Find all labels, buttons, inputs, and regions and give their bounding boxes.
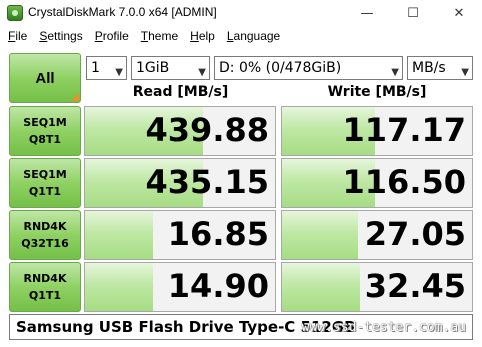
- test-count-value: 1: [91, 60, 100, 76]
- test-label-line1: SEQ1M: [23, 116, 67, 129]
- test-button-rnd4k-q1t1[interactable]: RND4K Q1T1: [9, 262, 81, 312]
- test-button-seq1m-q1t1[interactable]: SEQ1M Q1T1: [9, 158, 81, 208]
- write-result-seq1m-q8t1: 117.17: [281, 106, 473, 156]
- unit-select[interactable]: MB/s ▼: [407, 56, 473, 80]
- chevron-down-icon: ▼: [115, 67, 123, 78]
- unit-value: MB/s: [412, 60, 446, 76]
- drive-select[interactable]: D: 0% (0/478GiB) ▼: [214, 56, 403, 80]
- read-result-seq1m-q8t1: 439.88: [84, 106, 276, 156]
- test-label-line2: Q32T16: [21, 237, 69, 250]
- write-bar: [282, 263, 360, 311]
- test-button-rnd4k-q32t16[interactable]: RND4K Q32T16: [9, 210, 81, 260]
- read-value: 439.88: [145, 111, 269, 149]
- test-button-seq1m-q8t1[interactable]: SEQ1M Q8T1: [9, 106, 81, 156]
- read-bar: [85, 211, 154, 259]
- maximize-button[interactable]: ☐: [390, 0, 436, 26]
- menu-bar: File Settings Profile Theme Help Languag…: [0, 26, 482, 46]
- write-bar: [282, 211, 358, 259]
- chevron-down-icon: ▼: [391, 67, 399, 78]
- write-result-rnd4k-q32t16: 27.05: [281, 210, 473, 260]
- write-value: 117.17: [342, 111, 466, 149]
- menu-theme[interactable]: Theme: [135, 26, 184, 46]
- read-result-rnd4k-q32t16: 16.85: [84, 210, 276, 260]
- watermark: www.ssd-tester.com.au: [301, 320, 466, 335]
- test-size-select[interactable]: 1GiB ▼: [131, 56, 210, 80]
- read-value: 16.85: [167, 215, 269, 253]
- app-icon: [7, 5, 23, 21]
- write-value: 32.45: [364, 267, 466, 305]
- read-value: 435.15: [145, 163, 269, 201]
- write-value: 116.50: [342, 163, 466, 201]
- test-label-line1: SEQ1M: [23, 168, 67, 181]
- comment-field[interactable]: Samsung USB Flash Drive Type-C 512GB www…: [9, 314, 473, 340]
- menu-language[interactable]: Language: [221, 26, 286, 46]
- read-result-seq1m-q1t1: 435.15: [84, 158, 276, 208]
- minimize-button[interactable]: —: [344, 0, 390, 26]
- read-bar: [85, 263, 154, 311]
- menu-profile[interactable]: Profile: [89, 26, 135, 46]
- test-label-line2: Q8T1: [28, 133, 62, 146]
- write-value: 27.05: [364, 215, 466, 253]
- test-label-line1: RND4K: [23, 220, 67, 233]
- test-count-select[interactable]: 1 ▼: [86, 56, 127, 80]
- window-title: CrystalDiskMark 7.0.0 x64 [ADMIN]: [28, 5, 217, 19]
- title-bar: CrystalDiskMark 7.0.0 x64 [ADMIN] — ☐ ✕: [0, 0, 482, 26]
- test-label-line2: Q1T1: [28, 289, 62, 302]
- test-size-value: 1GiB: [136, 60, 170, 76]
- menu-help[interactable]: Help: [184, 26, 221, 46]
- drive-value: D: 0% (0/478GiB): [219, 60, 342, 76]
- read-header: Read [MB/s]: [132, 84, 229, 100]
- read-value: 14.90: [167, 267, 269, 305]
- write-result-seq1m-q1t1: 116.50: [281, 158, 473, 208]
- chevron-down-icon: ▼: [461, 67, 469, 78]
- read-result-rnd4k-q1t1: 14.90: [84, 262, 276, 312]
- menu-file[interactable]: File: [2, 26, 33, 46]
- chevron-down-icon: ▼: [198, 67, 206, 78]
- test-label-line2: Q1T1: [28, 185, 62, 198]
- menu-settings[interactable]: Settings: [33, 26, 88, 46]
- write-header: Write [MB/s]: [327, 84, 427, 100]
- test-label-line1: RND4K: [23, 272, 67, 285]
- write-result-rnd4k-q1t1: 32.45: [281, 262, 473, 312]
- close-button[interactable]: ✕: [436, 0, 482, 26]
- all-button[interactable]: All: [9, 53, 81, 103]
